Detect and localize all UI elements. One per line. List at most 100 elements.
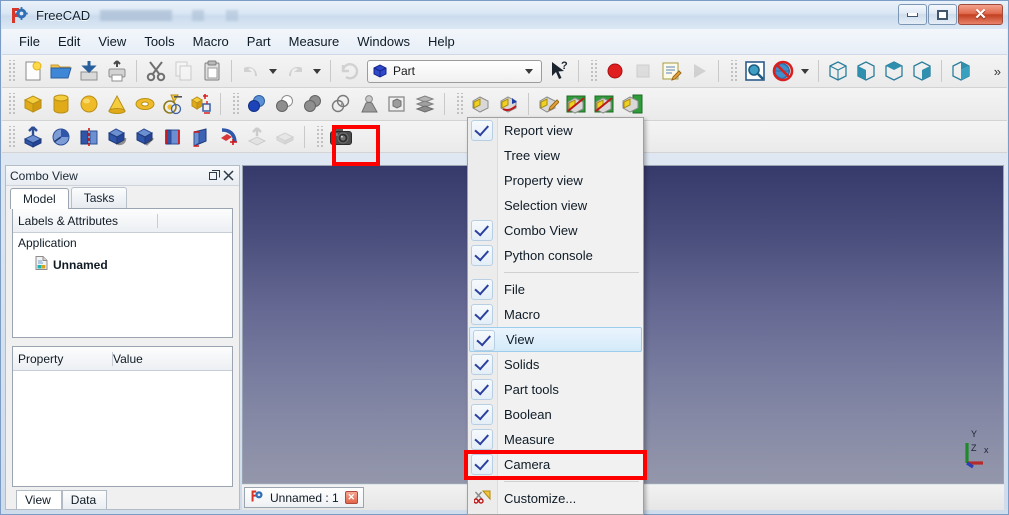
toolbar-grip[interactable] — [7, 93, 16, 115]
workbench-selector[interactable]: Part — [367, 59, 542, 83]
part-ruled-surface-icon[interactable] — [159, 124, 187, 150]
measure-refresh-icon[interactable] — [534, 91, 562, 117]
save-document-icon[interactable] — [75, 58, 103, 84]
part-explode-icon[interactable] — [411, 91, 439, 117]
tree-row-unnamed[interactable]: Unnamed — [13, 253, 232, 276]
maximize-button[interactable] — [928, 4, 957, 25]
toolbar-grip[interactable] — [231, 93, 240, 115]
close-button[interactable]: ✕ — [958, 4, 1003, 25]
tab-tasks[interactable]: Tasks — [70, 187, 128, 208]
menu-windows[interactable]: Windows — [348, 30, 419, 53]
view-menu-dropdown[interactable]: Report view Tree view Property view Sele… — [467, 117, 644, 515]
menu-item-boolean[interactable]: Boolean — [468, 402, 643, 427]
copy-icon[interactable] — [170, 58, 198, 84]
measure-angular-icon[interactable] — [495, 91, 523, 117]
menu-item-macro[interactable]: Macro — [468, 302, 643, 327]
menu-tools[interactable]: Tools — [135, 30, 183, 53]
menu-item-selection-view[interactable]: Selection view — [468, 193, 643, 218]
whats-this-icon[interactable]: ? — [545, 58, 573, 84]
measure-toggle-3d-icon[interactable] — [618, 91, 646, 117]
menu-item-combo-view[interactable]: Combo View — [468, 218, 643, 243]
menu-part[interactable]: Part — [238, 30, 280, 53]
part-box-icon[interactable] — [19, 91, 47, 117]
menu-item-tree-view[interactable]: Tree view — [468, 143, 643, 168]
refresh-icon[interactable] — [336, 58, 364, 84]
part-section-icon[interactable] — [243, 124, 271, 150]
redo-dropdown-icon[interactable] — [313, 68, 321, 74]
macro-execute-icon[interactable] — [685, 58, 713, 84]
top-view-icon[interactable] — [880, 58, 908, 84]
undo-icon[interactable] — [237, 58, 265, 84]
part-sweep-icon[interactable] — [215, 124, 243, 150]
tree-row-application[interactable]: Application — [13, 233, 232, 253]
isometric-view-icon[interactable] — [824, 58, 852, 84]
fit-all-icon[interactable] — [741, 58, 769, 84]
minimize-button[interactable] — [898, 4, 927, 25]
toolbar-grip[interactable] — [589, 60, 598, 82]
part-shapebuilder-icon[interactable] — [187, 91, 215, 117]
close-icon[interactable] — [221, 169, 235, 183]
redo-icon[interactable] — [281, 58, 309, 84]
boolean-intersection-icon[interactable] — [327, 91, 355, 117]
measure-clear-all-icon[interactable] — [562, 91, 590, 117]
menu-item-part-tools[interactable]: Part tools — [468, 377, 643, 402]
tab-view[interactable]: View — [16, 490, 62, 509]
right-view-icon[interactable] — [908, 58, 936, 84]
measure-toggle-all-icon[interactable] — [590, 91, 618, 117]
boolean-icon[interactable] — [243, 91, 271, 117]
boolean-cut-icon[interactable] — [271, 91, 299, 117]
model-tree[interactable]: Labels & Attributes Application Unnamed — [12, 208, 233, 338]
property-editor[interactable]: Property Value — [12, 346, 233, 487]
menu-item-python-console[interactable]: Python console — [468, 243, 643, 268]
menu-item-solids[interactable]: Solids — [468, 352, 643, 377]
part-mirror-icon[interactable] — [75, 124, 103, 150]
menu-measure[interactable]: Measure — [280, 30, 349, 53]
part-tube-icon[interactable] — [159, 91, 187, 117]
part-fillet-icon[interactable] — [103, 124, 131, 150]
part-extrude-icon[interactable] — [19, 124, 47, 150]
part-join-connect-icon[interactable] — [355, 91, 383, 117]
paste-icon[interactable] — [198, 58, 226, 84]
toolbar-grip[interactable] — [455, 93, 464, 115]
open-document-icon[interactable] — [47, 58, 75, 84]
part-loft-icon[interactable] — [187, 124, 215, 150]
part-cylinder-icon[interactable] — [47, 91, 75, 117]
part-chamfer-icon[interactable] — [131, 124, 159, 150]
document-tab-close-icon[interactable]: ✕ — [344, 491, 358, 504]
macro-edit-icon[interactable] — [657, 58, 685, 84]
menu-item-measure[interactable]: Measure — [468, 427, 643, 452]
measure-linear-icon[interactable] — [467, 91, 495, 117]
part-cone-icon[interactable] — [103, 91, 131, 117]
menu-item-view[interactable]: View — [469, 327, 642, 352]
new-document-icon[interactable] — [19, 58, 47, 84]
part-torus-icon[interactable] — [131, 91, 159, 117]
draw-style-dropdown-icon[interactable] — [801, 68, 809, 74]
part-cross-sections-icon[interactable] — [271, 124, 299, 150]
menu-file[interactable]: File — [10, 30, 49, 53]
cut-icon[interactable] — [142, 58, 170, 84]
menu-macro[interactable]: Macro — [184, 30, 238, 53]
camera-icon[interactable] — [327, 124, 355, 150]
toolbar-grip[interactable] — [7, 125, 16, 148]
tab-data[interactable]: Data — [61, 490, 108, 509]
menu-item-property-view[interactable]: Property view — [468, 168, 643, 193]
boolean-union-icon[interactable] — [299, 91, 327, 117]
undo-dropdown-icon[interactable] — [269, 68, 277, 74]
menu-item-customize[interactable]: Customize... — [468, 486, 643, 511]
menu-edit[interactable]: Edit — [49, 30, 89, 53]
print-document-icon[interactable] — [103, 58, 131, 84]
macro-stop-icon[interactable] — [629, 58, 657, 84]
part-sphere-icon[interactable] — [75, 91, 103, 117]
toolbar-grip[interactable] — [315, 125, 324, 148]
menu-item-report-view[interactable]: Report view — [468, 118, 643, 143]
front-view-icon[interactable] — [852, 58, 880, 84]
menu-help[interactable]: Help — [419, 30, 464, 53]
draw-style-icon[interactable] — [769, 58, 797, 84]
menu-item-file[interactable]: File — [468, 277, 643, 302]
undock-icon[interactable] — [207, 169, 221, 183]
toolbar-overflow-icon[interactable]: » — [988, 64, 1007, 79]
property-rows[interactable] — [13, 371, 232, 486]
chevron-down-icon[interactable] — [525, 68, 533, 74]
menu-item-camera[interactable]: Camera — [468, 452, 643, 477]
document-tab-unnamed[interactable]: Unnamed : 1 ✕ — [244, 487, 364, 508]
